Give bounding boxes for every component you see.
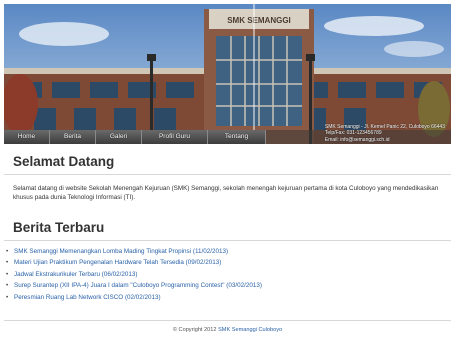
news-link[interactable]: Jadwal Ekstrakurikuler Terbaru (06/02/20… xyxy=(14,271,137,278)
news-link[interactable]: Materi Ujian Praktikum Pengenalan Hardwa… xyxy=(14,259,221,266)
welcome-heading: Selamat Datang xyxy=(13,154,115,169)
nav-tentang[interactable]: Tentang xyxy=(208,130,266,144)
news-list: • SMK Semanggi Memenangkan Lomba Mading T… xyxy=(6,246,262,303)
sign-text: SMK SEMANGGI xyxy=(227,16,291,25)
list-item: • Jadwal Ekstrakurikuler Terbaru (06/02/2… xyxy=(6,269,262,280)
list-item: • Materi Ujian Praktikum Pengenalan Hardw… xyxy=(6,257,262,268)
nav-berita[interactable]: Berita xyxy=(50,130,96,144)
footer: © Copyright 2012 SMK Semanggi Culoboyo xyxy=(0,327,455,333)
news-heading: Berita Terbaru xyxy=(13,220,105,235)
news-link[interactable]: SMK Semanggi Memenangkan Lomba Mading Ti… xyxy=(14,248,228,255)
list-item: • Surep Surantep (XII IPA-4) Juara I dala… xyxy=(6,280,262,291)
nav-galeri[interactable]: Galeri xyxy=(96,130,142,144)
divider xyxy=(4,320,451,321)
bullet-icon: • xyxy=(6,259,9,267)
main-nav: Home Berita Galeri Profil Guru Tentang xyxy=(4,130,266,144)
bullet-icon: • xyxy=(6,248,9,255)
contact-info: SMK Semanggi - Jl. Kernel Panic 22, Culo… xyxy=(325,124,445,143)
footer-link[interactable]: SMK Semanggi Culoboyo xyxy=(218,327,282,333)
copyright-text: © Copyright 2012 xyxy=(172,327,217,333)
welcome-paragraph: Selamat datang di website Sekolah Meneng… xyxy=(13,185,439,201)
divider xyxy=(4,174,451,175)
news-link[interactable]: Peresmian Ruang Lab Network CISCO (02/02… xyxy=(14,294,161,301)
contact-email: Email: info@semanggi.sch.id xyxy=(324,136,390,143)
nav-home[interactable]: Home xyxy=(4,130,50,144)
news-link[interactable]: Surep Surantep (XII IPA-4) Juara I dalam… xyxy=(14,282,262,289)
divider xyxy=(4,240,451,241)
bullet-icon: • xyxy=(6,270,9,278)
header-banner: SMK SEMANGGI Home Berita Galeri Profil G… xyxy=(4,4,451,144)
list-item: • SMK Semanggi Memenangkan Lomba Mading T… xyxy=(6,246,262,257)
bullet-icon: • xyxy=(6,282,9,290)
list-item: • Peresmian Ruang Lab Network CISCO (02/0… xyxy=(6,292,262,303)
bullet-icon: • xyxy=(6,293,9,301)
nav-profil-guru[interactable]: Profil Guru xyxy=(142,130,208,144)
